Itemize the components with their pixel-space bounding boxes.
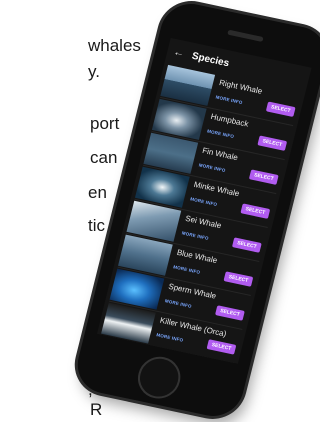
more-info-link[interactable]: MORE INFO [198,162,226,173]
species-list: Right Whale MORE INFO SELECT Humpback MO… [97,63,305,364]
phone-speaker [227,29,264,43]
bg-text-line: y. [88,62,100,81]
species-name: Sei Whale [184,213,223,231]
select-button[interactable]: SELECT [240,203,271,219]
phone-device: ← Species Right Whale MORE INFO SELECT H… [71,0,320,422]
page-title: Species [190,50,231,69]
select-button[interactable]: SELECT [248,169,279,185]
select-button[interactable]: SELECT [231,237,262,253]
bg-text-line: tic [88,216,105,235]
more-info-link[interactable]: MORE INFO [215,95,243,106]
more-info-link[interactable]: MORE INFO [173,264,201,275]
select-button[interactable]: SELECT [215,305,245,321]
home-button[interactable] [133,352,185,403]
arrow-left-icon[interactable]: ← [172,46,186,60]
select-button[interactable]: SELECT [265,101,296,117]
more-info-link[interactable]: MORE INFO [156,332,184,343]
more-info-link[interactable]: MORE INFO [164,298,192,309]
bg-text-line: R [90,400,103,419]
bg-text-line: port [90,114,120,133]
more-info-link[interactable]: MORE INFO [190,196,218,207]
more-info-link[interactable]: MORE INFO [207,128,235,139]
select-button[interactable]: SELECT [257,135,288,151]
bg-text-line: en [88,183,107,202]
species-name: Fin Whale [201,145,239,163]
bg-text-line: can [90,148,118,167]
select-button[interactable]: SELECT [206,339,237,355]
select-button[interactable]: SELECT [223,271,254,287]
bg-text-line: whales [88,36,141,55]
app-screen: ← Species Right Whale MORE INFO SELECT H… [96,37,312,364]
more-info-link[interactable]: MORE INFO [181,230,209,241]
